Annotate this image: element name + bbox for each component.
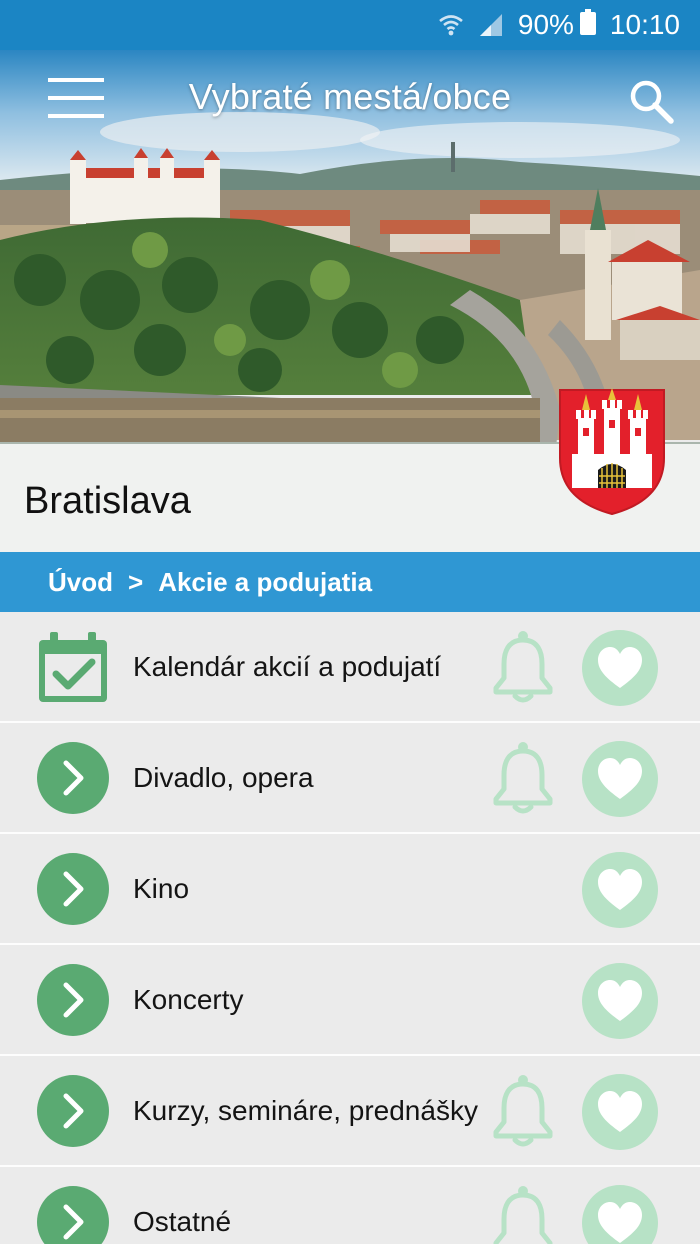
battery-level: 90% xyxy=(517,9,574,40)
signal-icon xyxy=(478,12,504,38)
favorite-heart-icon[interactable] xyxy=(582,741,658,817)
list-item[interactable]: Kalendár akcií a podujatí xyxy=(0,612,700,723)
breadcrumb-separator: > xyxy=(128,566,144,597)
calendar-check-icon xyxy=(36,630,110,704)
favorite-heart-icon[interactable] xyxy=(582,1185,658,1244)
notification-bell-icon[interactable] xyxy=(490,741,556,815)
chevron-right-icon xyxy=(36,852,110,926)
list-item-label: Kino xyxy=(133,872,190,904)
breadcrumb-current: Akcie a podujatia xyxy=(158,566,373,597)
wifi-icon xyxy=(438,12,464,38)
list-item[interactable]: Kurzy, semináre, prednášky xyxy=(0,1056,700,1167)
status-bar: 90% 10:10 xyxy=(0,0,700,50)
chevron-right-icon xyxy=(36,963,110,1037)
list-item-label: Koncerty xyxy=(133,983,244,1015)
search-button[interactable] xyxy=(628,78,676,126)
breadcrumb-home-link[interactable]: Úvod xyxy=(48,567,113,598)
breadcrumb: Úvod > Akcie a podujatia xyxy=(0,552,700,612)
favorite-heart-icon[interactable] xyxy=(582,963,658,1039)
list-item[interactable]: Ostatné xyxy=(0,1167,700,1244)
chevron-right-icon xyxy=(36,741,110,815)
coat-of-arms-icon xyxy=(558,388,666,516)
clock: 10:10 xyxy=(609,9,680,40)
category-list: Kalendár akcií a podujatí Divadlo, opera… xyxy=(0,612,700,1244)
list-item[interactable]: Koncerty xyxy=(0,945,700,1056)
chevron-right-icon xyxy=(36,1185,110,1244)
notification-bell-icon[interactable] xyxy=(490,630,556,704)
chevron-right-icon xyxy=(36,1074,110,1148)
list-item[interactable]: Kino xyxy=(0,834,700,945)
favorite-heart-icon[interactable] xyxy=(582,1074,658,1150)
city-name: Bratislava xyxy=(24,480,191,522)
list-item-label: Divadlo, opera xyxy=(133,761,314,793)
list-item-label: Kurzy, semináre, prednášky xyxy=(133,1094,478,1126)
app-bar: Vybraté mestá/obce xyxy=(0,50,700,146)
list-item[interactable]: Divadlo, opera xyxy=(0,723,700,834)
app-title: Vybraté mestá/obce xyxy=(188,76,512,117)
battery-icon xyxy=(579,8,596,42)
search-icon xyxy=(630,80,674,124)
notification-bell-icon[interactable] xyxy=(490,1074,556,1148)
list-item-label: Ostatné xyxy=(133,1205,232,1237)
favorite-heart-icon[interactable] xyxy=(582,630,658,706)
favorite-heart-icon[interactable] xyxy=(582,852,658,928)
notification-bell-icon[interactable] xyxy=(490,1185,556,1244)
list-item-label: Kalendár akcií a podujatí xyxy=(133,650,442,682)
